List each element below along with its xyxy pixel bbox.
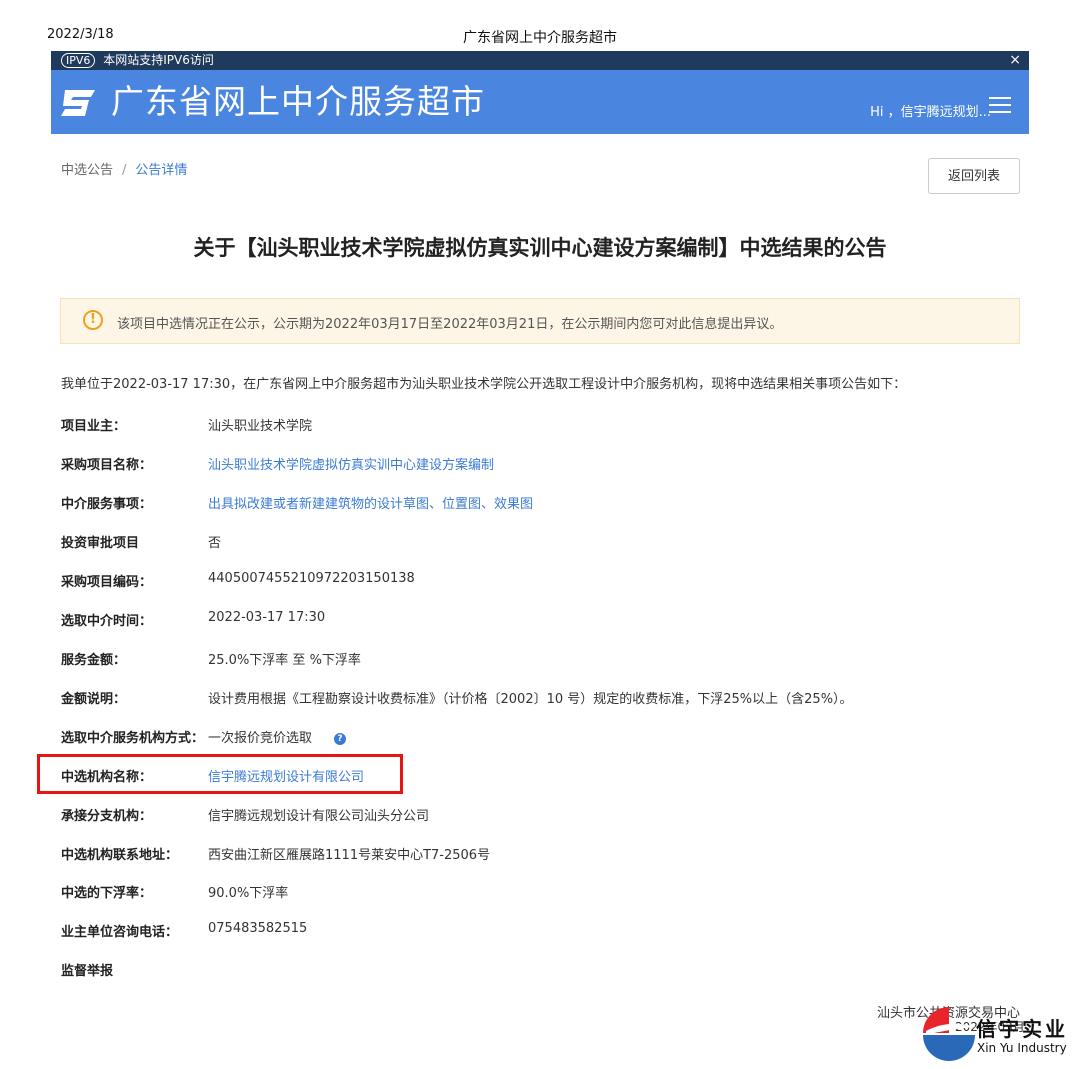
detail-value: 汕头职业技术学院 bbox=[208, 419, 313, 434]
breadcrumb-current[interactable]: 公告详情 bbox=[135, 163, 187, 178]
detail-label: 中选的下浮率： bbox=[61, 886, 153, 901]
ipv6-badge: IPV6 bbox=[61, 53, 96, 68]
warning-icon: ! bbox=[83, 310, 103, 330]
alert-text: 该项目中选情况正在公示，公示期为2022年03月17日至2022年03月21日，… bbox=[117, 317, 783, 332]
detail-value: 设计费用根据《工程勘察设计收费标准》（计价格〔2002〕10 号）规定的收费标准… bbox=[208, 692, 853, 707]
breadcrumb-separator: / bbox=[122, 163, 127, 178]
selection-method-text: 一次报价竞价选取 bbox=[208, 731, 313, 746]
detail-value: 075483582515 bbox=[208, 921, 308, 936]
service-item-link[interactable]: 出具拟改建或者新建建筑物的设计草图、位置图、效果图 bbox=[208, 493, 533, 512]
highlight-annotation-box bbox=[37, 754, 403, 794]
supervision-report[interactable]: 监督举报 bbox=[61, 960, 113, 979]
site-name[interactable]: 广东省网上中介服务超市 bbox=[111, 82, 485, 122]
detail-label: 业主单位咨询电话： bbox=[61, 925, 179, 940]
detail-label: 金额说明： bbox=[61, 692, 127, 707]
detail-label: 采购项目名称： bbox=[61, 458, 153, 473]
print-page-title: 广东省网上中介服务超市 bbox=[463, 30, 617, 46]
detail-value: 90.0%下浮率 bbox=[208, 886, 289, 901]
detail-label: 采购项目编码： bbox=[61, 575, 153, 590]
detail-label: 选取中介时间： bbox=[61, 614, 153, 629]
site-logo-icon[interactable] bbox=[59, 86, 99, 120]
watermark-brand-en: Xin Yu Industry bbox=[977, 1041, 1067, 1055]
ipv6-banner: IPV6 本网站支持IPV6访问 × bbox=[51, 51, 1029, 70]
detail-value: 信宇腾远规划设计有限公司汕头分公司 bbox=[208, 809, 430, 824]
detail-value: 西安曲江新区雁展路1111号莱安中心T7-2506号 bbox=[208, 848, 491, 863]
detail-label: 选取中介服务机构方式： bbox=[61, 731, 205, 746]
detail-value: 一次报价竞价选取? bbox=[208, 727, 347, 746]
detail-value: 2022-03-17 17:30 bbox=[208, 610, 326, 625]
breadcrumb-parent[interactable]: 中选公告 bbox=[61, 163, 113, 178]
menu-icon[interactable] bbox=[989, 97, 1011, 115]
breadcrumb: 中选公告 / 公告详情 bbox=[61, 159, 187, 178]
detail-value: 否 bbox=[208, 536, 222, 551]
xinyu-logo-icon bbox=[923, 1007, 976, 1061]
detail-value: 25.0%下浮率 至 %下浮率 bbox=[208, 653, 361, 668]
detail-label: 中选机构联系地址： bbox=[61, 848, 179, 863]
detail-label: 承接分支机构： bbox=[61, 809, 153, 824]
project-name-link[interactable]: 汕头职业技术学院虚拟仿真实训中心建设方案编制 bbox=[208, 454, 494, 473]
watermark-brand-cn: 信宇实业 bbox=[976, 1017, 1068, 1041]
help-icon[interactable]: ? bbox=[334, 732, 347, 745]
intro-text: 我单位于2022-03-17 17:30，在广东省网上中介服务超市为汕头职业技术… bbox=[61, 377, 907, 392]
close-icon[interactable]: × bbox=[1009, 51, 1021, 70]
publicity-alert: ! 该项目中选情况正在公示，公示期为2022年03月17日至2022年03月21… bbox=[60, 298, 1020, 344]
detail-label: 中介服务事项： bbox=[61, 497, 153, 512]
detail-label: 投资审批项目 bbox=[61, 536, 140, 551]
detail-label: 项目业主： bbox=[61, 419, 127, 434]
ipv6-text: 本网站支持IPV6访问 bbox=[103, 53, 214, 67]
detail-label: 服务金额： bbox=[61, 653, 127, 668]
user-greeting[interactable]: Hi ，信宇腾远规划... bbox=[870, 101, 991, 120]
back-to-list-button[interactable]: 返回列表 bbox=[928, 158, 1020, 194]
notice-title: 关于【汕头职业技术学院虚拟仿真实训中心建设方案编制】中选结果的公告 bbox=[193, 236, 887, 260]
detail-value: 440500745521097220315013‍8 bbox=[208, 571, 415, 586]
site-header: 广东省网上中介服务超市 Hi ，信宇腾远规划... bbox=[51, 70, 1029, 134]
